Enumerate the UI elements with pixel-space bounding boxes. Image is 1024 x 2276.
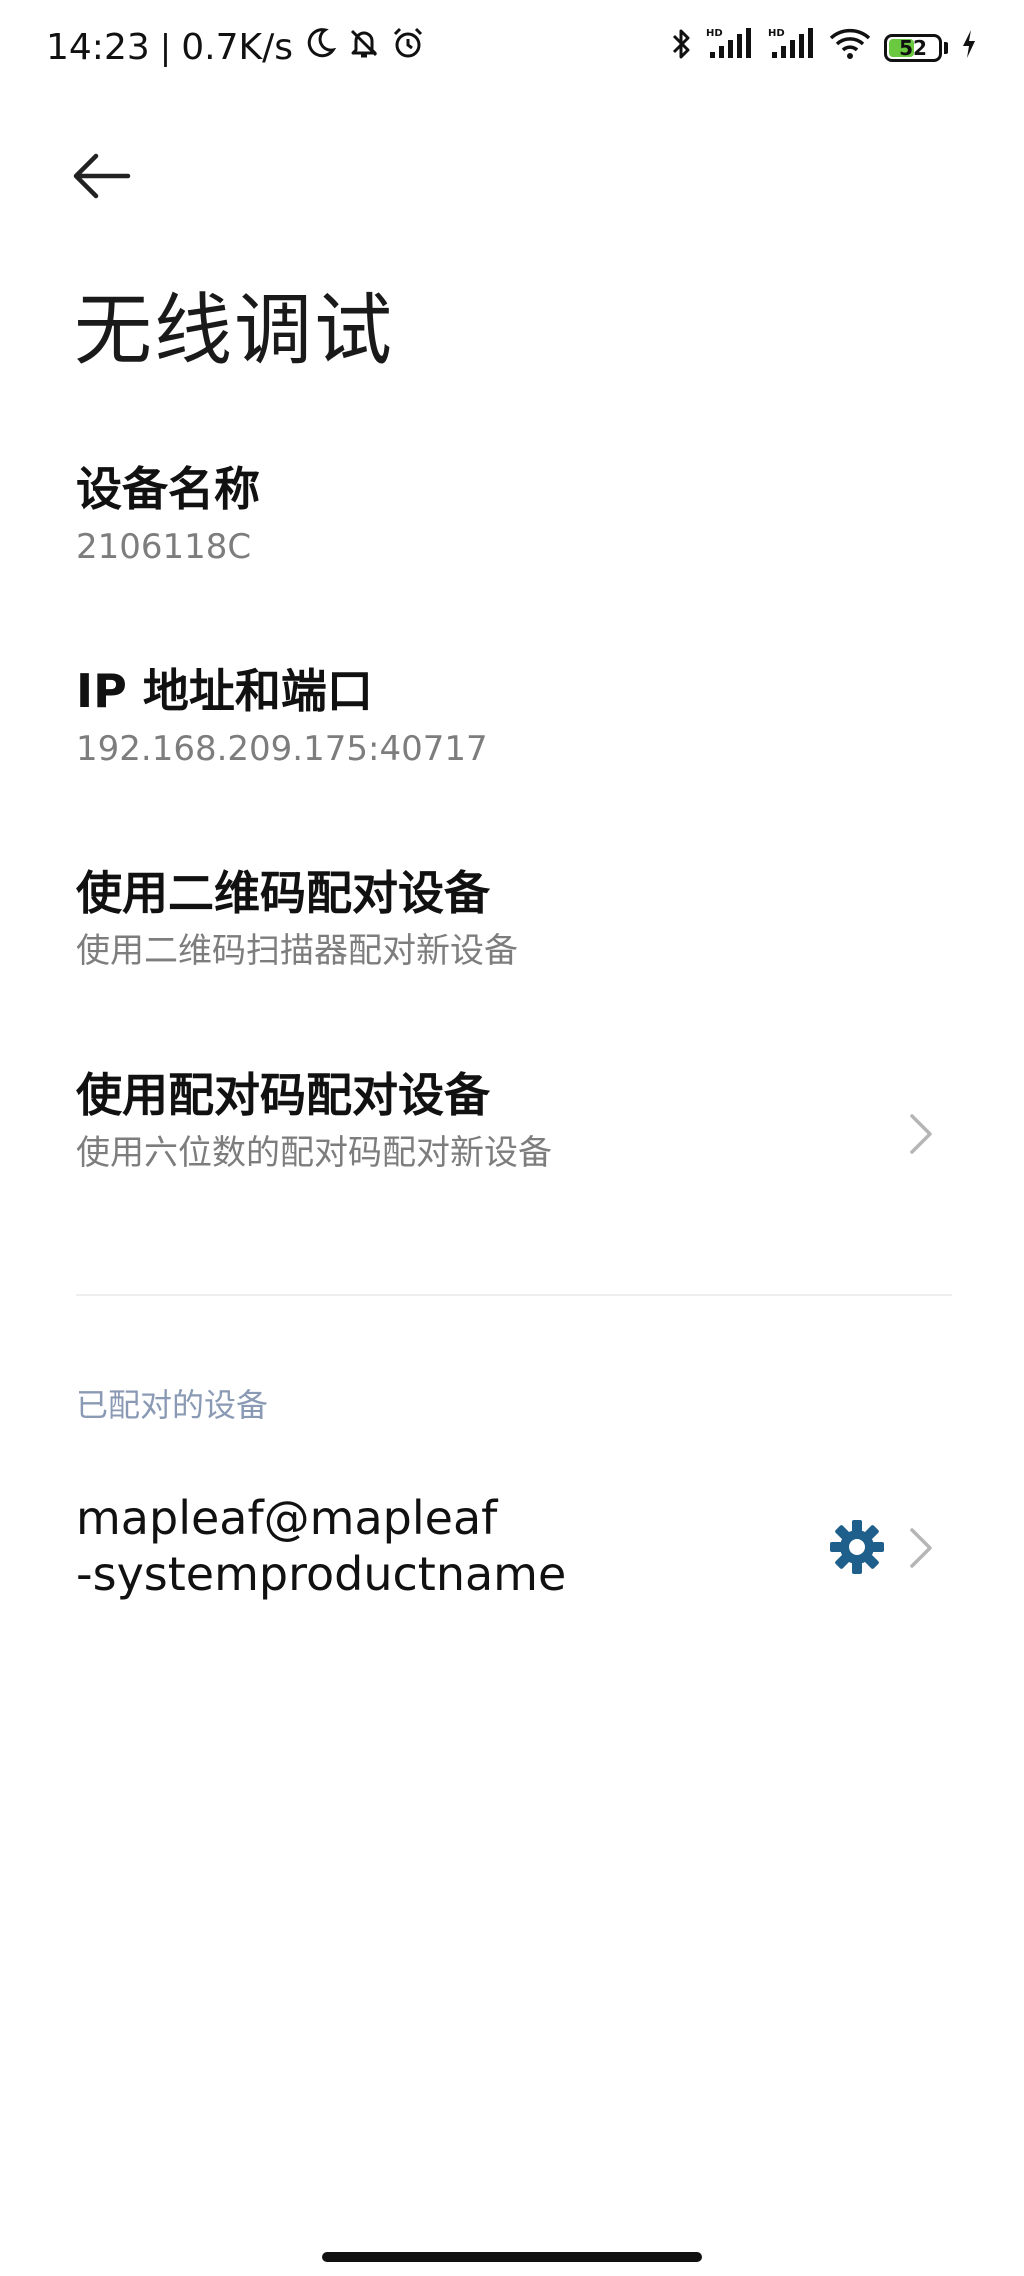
status-time: 14:23 [46,27,150,68]
svg-text:HD: HD [768,28,785,39]
battery-level: 52 [899,36,927,60]
gear-icon [830,1520,884,1574]
paired-device-item[interactable]: mapleaf@mapleaf -systemproductname [76,1490,966,1630]
signal-hd-icon: HD [766,26,816,70]
charging-icon [960,28,978,68]
bluetooth-icon [670,26,692,70]
paired-device-name: mapleaf@mapleaf -systemproductname [76,1490,776,1602]
arrow-left-icon [73,153,131,199]
status-bar: 14:23 | 0.7K/s HD HD 52 [0,0,1024,100]
back-button[interactable] [70,148,134,204]
status-left: 14:23 | 0.7K/s [46,26,425,69]
signal-hd-icon: HD [704,26,754,70]
ip-port-item[interactable]: IP 地址和端口 192.168.209.175:40717 [76,664,966,770]
bell-off-icon [347,26,381,69]
paired-devices-header: 已配对的设备 [76,1386,269,1424]
qr-pair-item[interactable]: 使用二维码配对设备 使用二维码扫描器配对新设备 [76,866,966,972]
battery-icon: 52 [884,34,942,62]
item-subtitle: 2106118C [76,527,252,568]
moon-icon [303,26,337,69]
chevron-right-icon [910,1528,932,1568]
status-right: HD HD 52 [670,26,978,70]
item-subtitle: 192.168.209.175:40717 [76,729,488,770]
divider [76,1294,952,1296]
home-indicator[interactable] [322,2252,702,2262]
item-title: IP 地址和端口 [76,664,373,718]
battery-cap [944,42,948,54]
alarm-icon [391,26,425,69]
device-name-line1: mapleaf@mapleaf [76,1491,498,1545]
chevron-right-icon [910,1114,932,1154]
wifi-icon [828,27,872,69]
item-title: 使用二维码配对设备 [76,866,490,920]
status-net-speed: 0.7K/s [181,27,293,68]
item-subtitle: 使用六位数的配对码配对新设备 [76,1133,552,1174]
device-name-item[interactable]: 设备名称 2106118C [76,462,966,568]
item-subtitle: 使用二维码扫描器配对新设备 [76,931,518,972]
device-name-line2: -systemproductname [76,1547,567,1601]
status-separator: | [159,27,172,68]
page-title: 无线调试 [74,286,395,376]
item-title: 设备名称 [76,462,260,516]
svg-text:HD: HD [706,28,723,39]
device-settings-button[interactable] [828,1518,886,1576]
item-title: 使用配对码配对设备 [76,1068,490,1122]
code-pair-item[interactable]: 使用配对码配对设备 使用六位数的配对码配对新设备 [76,1068,966,1174]
